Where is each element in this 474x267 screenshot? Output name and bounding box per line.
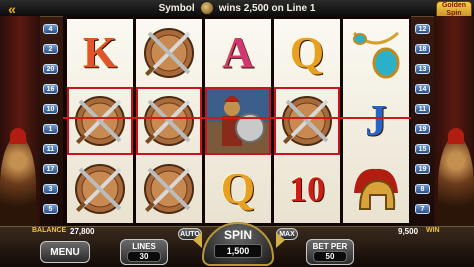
win-message: Symbol wins 2,500 on Line 1 <box>0 0 474 16</box>
shield-swords-symbol <box>136 87 202 155</box>
reels-area: K A Q Q 10 J <box>63 16 411 226</box>
spin-total-bet: 1,500 <box>214 244 262 258</box>
reel-1: K <box>67 19 133 223</box>
line-marker: 3 <box>43 184 58 194</box>
line-marker: 17 <box>43 164 58 174</box>
line-marker: 20 <box>43 64 58 74</box>
reel-symbol: K <box>67 19 133 87</box>
win-label: WIN <box>426 227 440 234</box>
balance-value: 27,800 <box>70 227 95 236</box>
shield-swords-symbol <box>136 19 202 87</box>
line-marker: 4 <box>43 24 58 34</box>
symbol-q: Q <box>220 164 256 213</box>
line-marker: 13 <box>415 64 430 74</box>
line-marker: 12 <box>415 24 430 34</box>
symbol-10: 10 <box>289 169 325 209</box>
reel-symbol: Q <box>274 19 340 87</box>
line-marker: 1 <box>43 124 58 134</box>
amulet-symbol <box>343 19 409 87</box>
warrior-symbol-icon <box>199 1 214 15</box>
reel-symbol: J <box>343 87 409 155</box>
line-marker: 15 <box>415 144 430 154</box>
right-frame <box>434 16 474 236</box>
line-marker: 7 <box>415 204 430 214</box>
decrease-bet-arrow[interactable] <box>193 232 202 248</box>
line-markers-left: 4 2 20 16 10 1 11 17 3 5 <box>43 24 59 224</box>
line-marker: 11 <box>43 144 58 154</box>
reel-symbol: 10 <box>274 155 340 223</box>
reel-5: J <box>343 19 409 223</box>
reel-3: AQ <box>205 19 271 223</box>
bet-per-label: BET PER <box>312 242 348 251</box>
line-marker: 5 <box>43 204 58 214</box>
slot-machine: « Symbol wins 2,500 on Line 1 Golden Spi… <box>0 0 474 267</box>
line-markers-right: 12 18 13 14 11 19 15 19 8 7 <box>415 24 431 224</box>
reel-2 <box>136 19 202 223</box>
symbol-j: J <box>365 96 387 145</box>
win-message-text: wins 2,500 on Line 1 <box>218 2 316 14</box>
shield-swords-symbol <box>274 87 340 155</box>
winning-payline <box>63 117 411 119</box>
bet-per-button[interactable]: BET PER 50 <box>306 239 354 265</box>
lines-value: 30 <box>127 251 161 262</box>
line-marker: 14 <box>415 84 430 94</box>
line-marker: 2 <box>43 44 58 54</box>
symbol-k: K <box>82 28 118 77</box>
line-marker: 19 <box>415 164 430 174</box>
lines-label: LINES <box>132 242 156 251</box>
shield-swords-symbol <box>136 155 202 223</box>
lines-button[interactable]: LINES 30 <box>120 239 168 265</box>
left-frame <box>0 16 40 236</box>
reel-4: Q 10 <box>274 19 340 223</box>
reel-symbol: A <box>205 19 271 87</box>
increase-bet-arrow[interactable] <box>276 232 285 248</box>
menu-button[interactable]: MENU <box>40 241 90 263</box>
warrior-symbol <box>205 87 271 155</box>
shield-swords-symbol <box>67 87 133 155</box>
symbol-a: A <box>222 28 254 77</box>
line-marker: 11 <box>415 104 430 114</box>
shield-swords-symbol <box>67 155 133 223</box>
logo-line1: Golden <box>441 2 467 9</box>
line-marker: 18 <box>415 44 430 54</box>
helmet-symbol <box>343 155 409 223</box>
line-marker: 8 <box>415 184 430 194</box>
symbol-q: Q <box>289 28 325 77</box>
line-marker: 16 <box>43 84 58 94</box>
warrior-statue-right <box>438 128 474 236</box>
balance-label: BALANCE <box>32 227 67 234</box>
win-value: 9,500 <box>398 227 419 236</box>
win-message-prefix: Symbol <box>158 2 195 14</box>
bet-per-value: 50 <box>313 251 347 262</box>
spin-label: SPIN <box>223 228 252 242</box>
warrior-statue-left <box>0 128 36 236</box>
line-marker: 19 <box>415 124 430 134</box>
reel-symbol: Q <box>205 155 271 223</box>
line-marker: 10 <box>43 104 58 114</box>
